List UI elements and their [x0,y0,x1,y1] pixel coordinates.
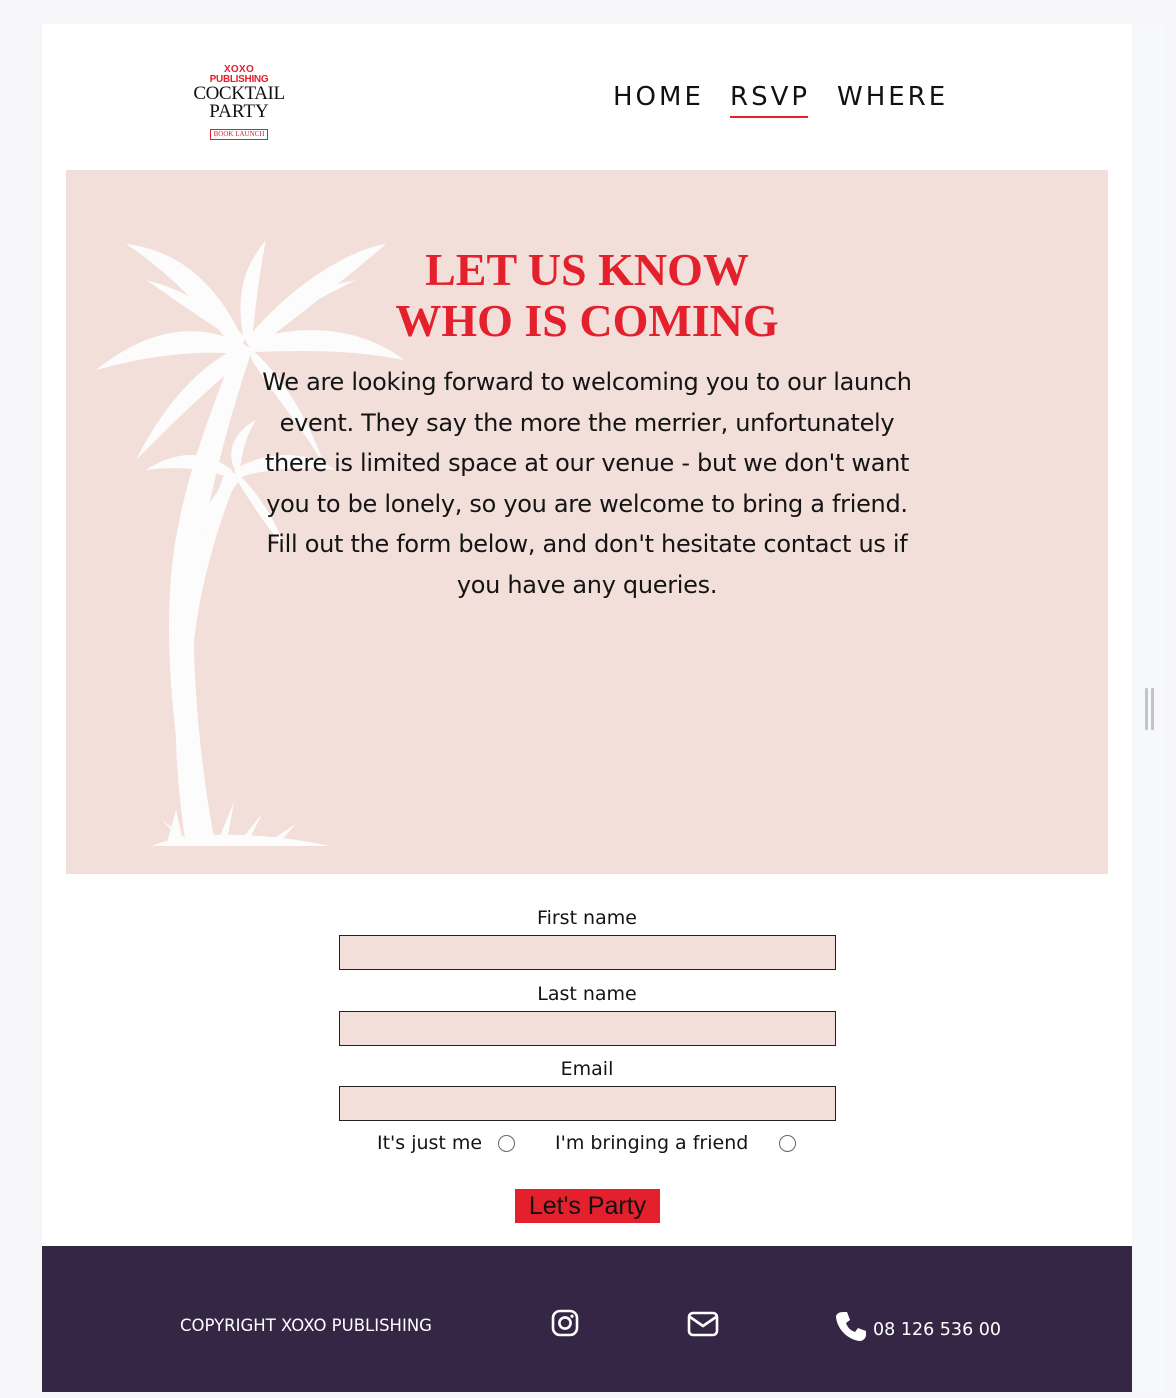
last-name-input[interactable] [339,1011,836,1046]
hero-section: LET US KNOW WHO IS COMING We are looking… [66,170,1108,874]
page: XOXO PUBLISHING COCKTAIL PARTY BOOK LAUN… [42,24,1132,1392]
title-line-1: LET US KNOW [425,244,749,295]
instagram-icon[interactable] [551,1309,579,1337]
first-name-input[interactable] [339,935,836,970]
envelope-icon[interactable] [687,1311,719,1337]
site-logo[interactable]: XOXO PUBLISHING COCKTAIL PARTY BOOK LAUN… [180,64,298,140]
last-name-label: Last name [537,983,637,1005]
nav-home[interactable]: HOME [613,80,704,120]
bringing-friend-radio[interactable] [779,1135,796,1152]
just-me-radio[interactable] [498,1135,515,1152]
submit-button[interactable]: Let's Party [515,1189,660,1223]
phone-number[interactable]: 08 126 536 00 [873,1320,1001,1340]
logo-line-party: PARTY [209,101,269,122]
copyright-text: COPYRIGHT XOXO PUBLISHING [180,1316,432,1335]
page-title: LET US KNOW WHO IS COMING [66,244,1108,346]
guest-options: It's just me I'm bringing a friend [42,1128,1132,1158]
footer: COPYRIGHT XOXO PUBLISHING 08 126 536 00 [42,1246,1132,1392]
nav-rsvp[interactable]: RSVP [730,80,810,120]
title-line-2: WHO IS COMING [395,295,779,346]
intro-paragraph: We are looking forward to welcoming you … [262,368,912,599]
just-me-label: It's just me [377,1132,483,1154]
scrollbar-grip[interactable] [1145,688,1155,730]
email-input[interactable] [339,1086,836,1121]
phone-icon[interactable] [835,1310,867,1342]
first-name-label: First name [537,907,637,929]
nav-where[interactable]: WHERE [837,80,948,120]
email-label: Email [560,1058,614,1080]
logo-line-book-launch: BOOK LAUNCH [209,129,269,140]
bringing-friend-label: I'm bringing a friend [555,1132,749,1154]
